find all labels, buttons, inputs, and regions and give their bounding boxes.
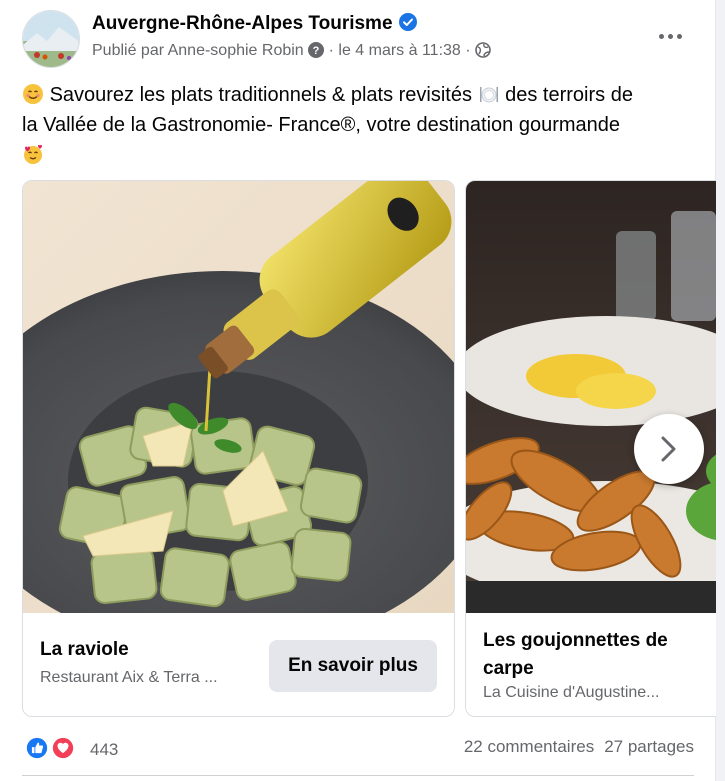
- learn-more-button[interactable]: En savoir plus: [269, 640, 437, 692]
- goujonnettes-image[interactable]: [466, 181, 716, 613]
- post-text-line1b: des terroirs de: [505, 84, 633, 106]
- comments-count[interactable]: 22 commentaires: [464, 737, 594, 756]
- raviole-image[interactable]: [23, 181, 454, 613]
- card-subtitle: Restaurant Aix & Terra ...: [40, 669, 218, 686]
- post-stats: 22 commentaires 27 partages: [464, 737, 694, 757]
- verified-badge-icon: [398, 13, 417, 31]
- divider: [22, 775, 694, 776]
- globe-icon: [475, 42, 491, 58]
- post-footer: 443 22 commentaires 27 partages: [22, 732, 694, 766]
- love-reaction-icon: [50, 735, 76, 761]
- page-name-text[interactable]: Auvergne-Rhône-Alpes Tourisme: [92, 13, 393, 34]
- reaction-count[interactable]: 443: [90, 740, 118, 760]
- card-title[interactable]: La raviole: [40, 639, 129, 661]
- shares-count[interactable]: 27 partages: [604, 737, 694, 756]
- post-header: Auvergne-Rhône-Alpes Tourisme Publié par…: [22, 10, 702, 68]
- post-text-line1: Savourez les plats traditionnels & plats…: [49, 84, 472, 106]
- dot: [667, 33, 673, 39]
- carousel: La raviole Restaurant Aix & Terra ... En…: [22, 180, 716, 720]
- post-text: Savourez les plats traditionnels & plats…: [22, 80, 692, 170]
- smiling-face-hearts-icon: [24, 144, 42, 164]
- page-avatar[interactable]: [22, 10, 80, 68]
- card-title[interactable]: Les goujonnettes de carpe: [483, 627, 713, 683]
- post-meta: Publié par Anne-sophie Robin ? · le 4 ma…: [92, 42, 491, 60]
- post-date[interactable]: · le 4 mars à 11:38 ·: [329, 42, 471, 59]
- carousel-next-button[interactable]: [634, 414, 704, 484]
- smiling-face-icon: [23, 84, 43, 104]
- help-icon[interactable]: ?: [308, 42, 325, 58]
- carousel-card[interactable]: La raviole Restaurant Aix & Terra ... En…: [22, 180, 455, 717]
- dot: [676, 33, 682, 39]
- more-options-button[interactable]: [652, 18, 688, 54]
- plate-cutlery-icon: [479, 87, 498, 103]
- dot: [658, 33, 664, 39]
- post-text-line2: la Vallée de la Gastronomie- France®, vo…: [22, 114, 621, 136]
- like-reaction-icon: [24, 735, 50, 761]
- page-name[interactable]: Auvergne-Rhône-Alpes Tourisme: [92, 13, 417, 35]
- svg-text:?: ?: [313, 45, 320, 57]
- post-card: Auvergne-Rhône-Alpes Tourisme Publié par…: [0, 0, 716, 781]
- card-subtitle: La Cuisine d'Augustine...: [483, 684, 660, 701]
- published-by[interactable]: Publié par Anne-sophie Robin: [92, 42, 304, 59]
- chevron-right-icon: [661, 436, 676, 462]
